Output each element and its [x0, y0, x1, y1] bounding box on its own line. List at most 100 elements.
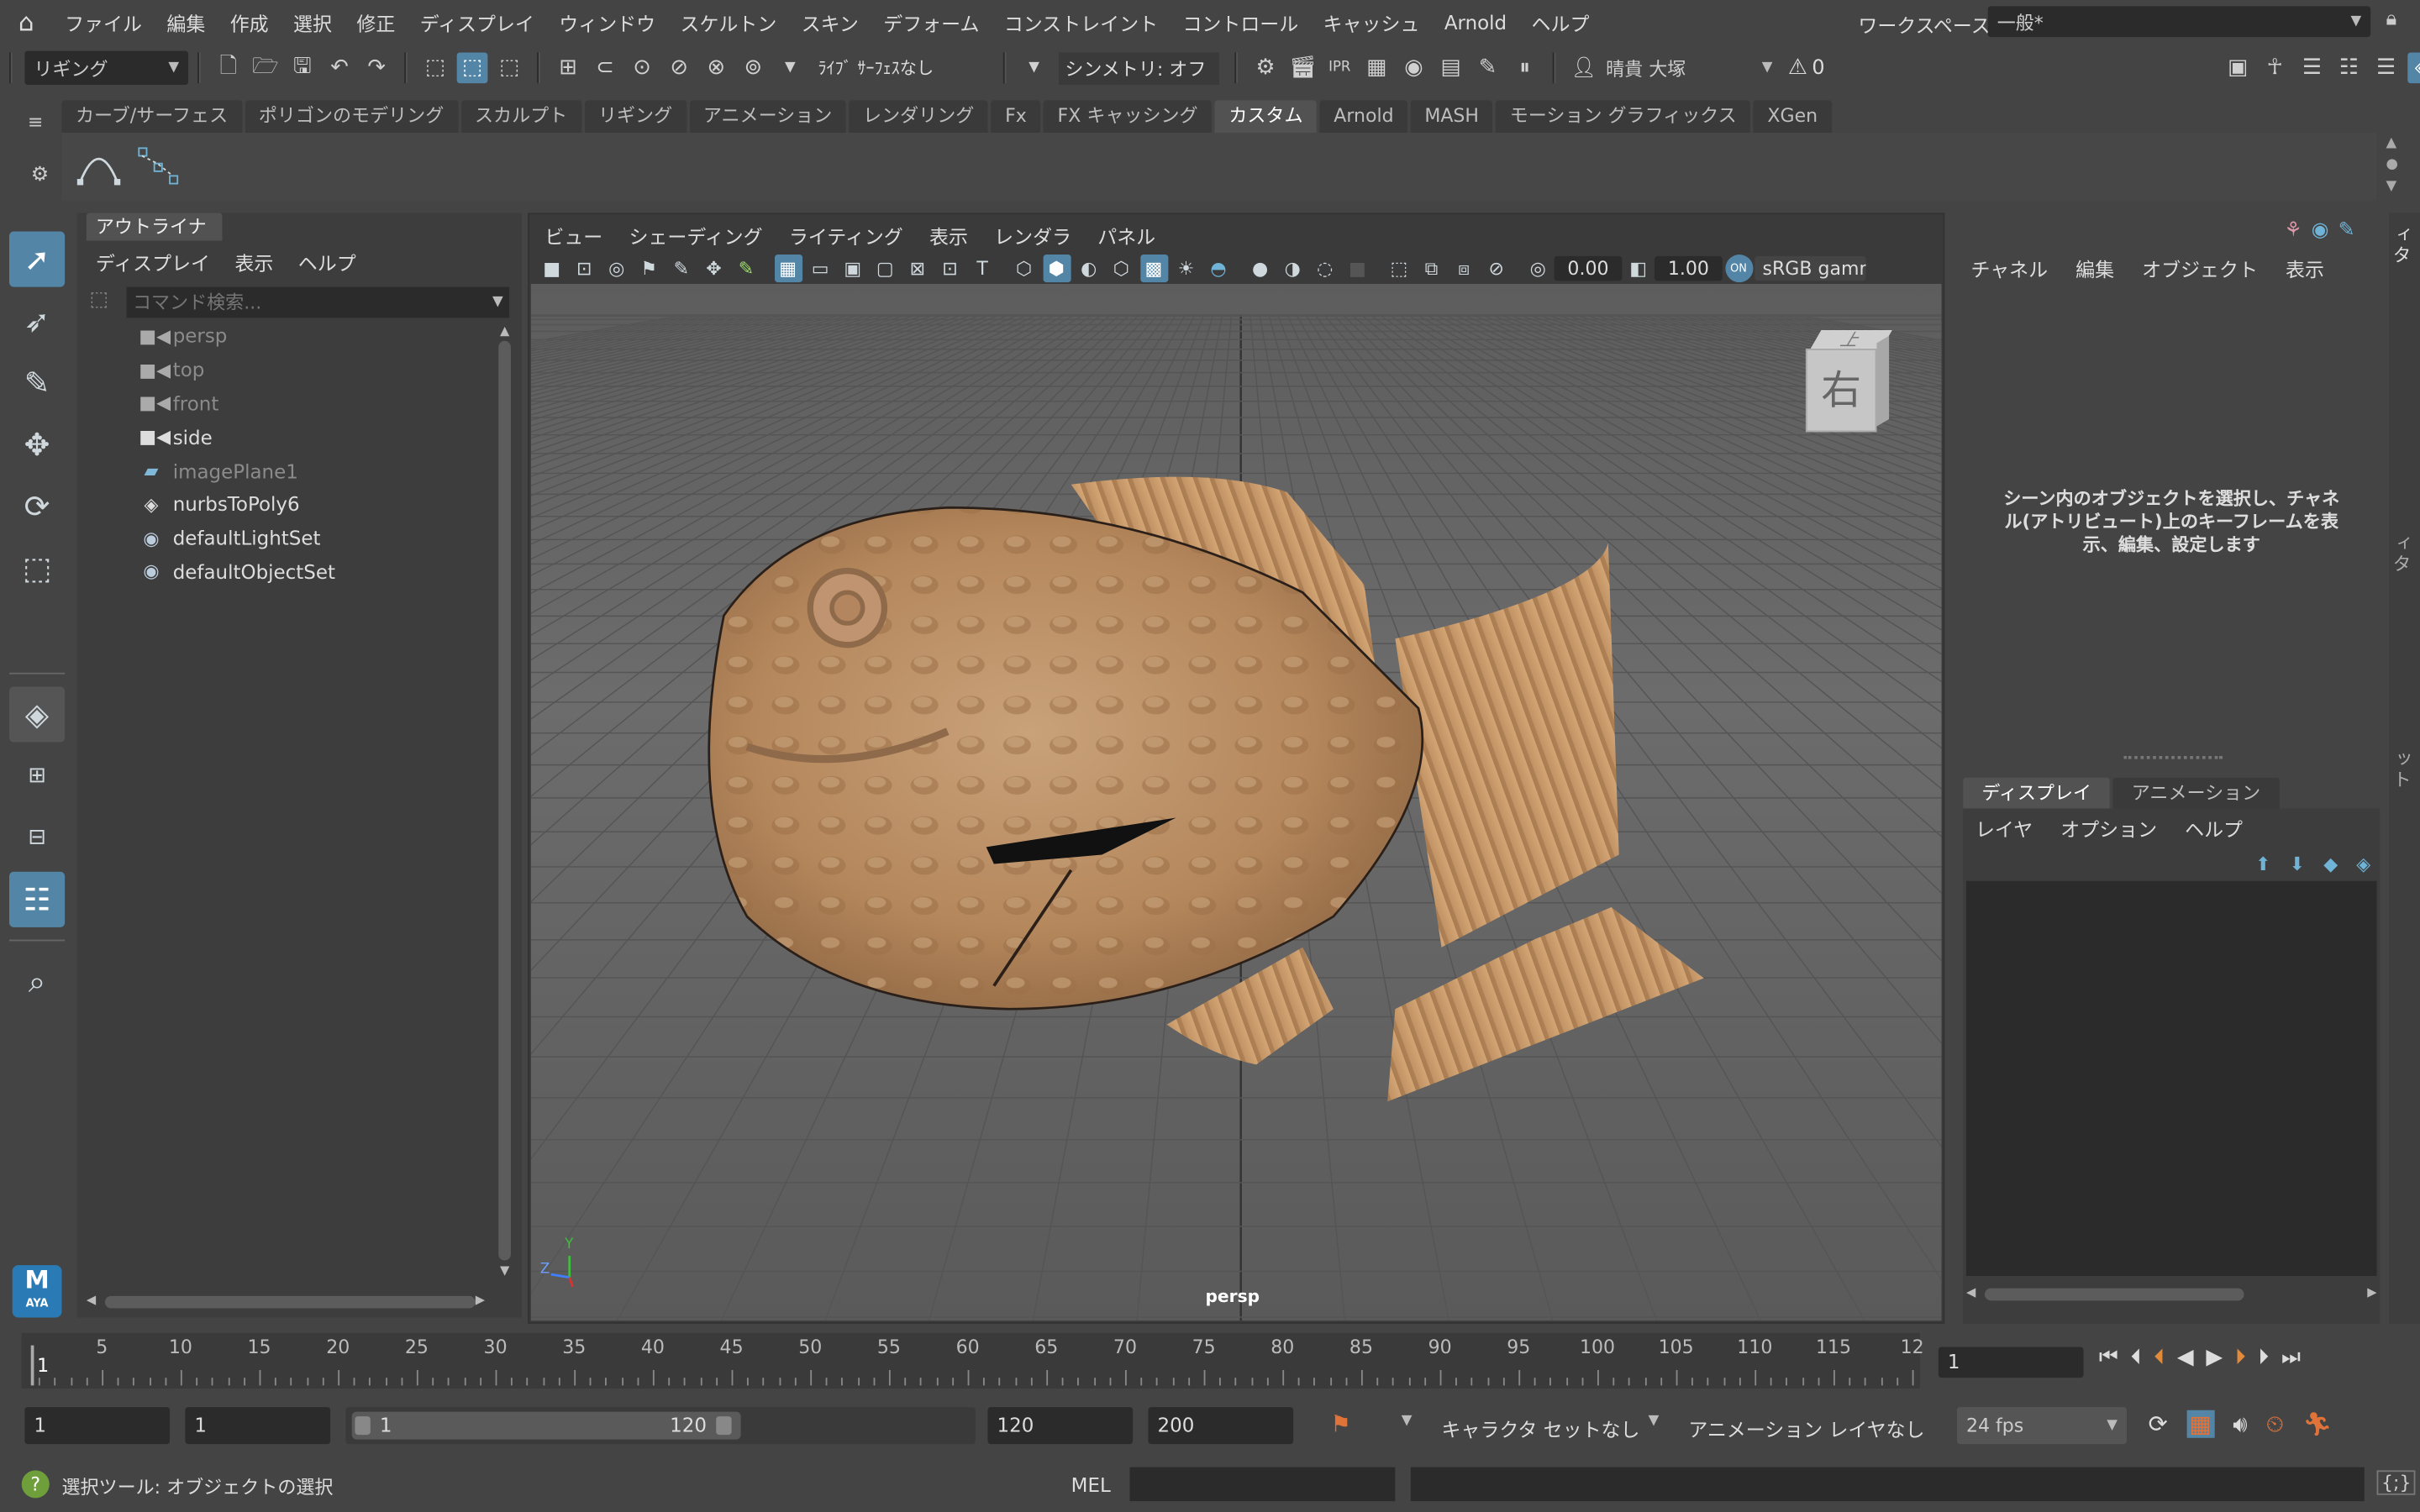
- sound-icon[interactable]: 🔊︎: [2233, 1410, 2247, 1438]
- outliner-item-lightset[interactable]: ◉ defaultLightSet: [139, 521, 478, 554]
- menu-select[interactable]: 選択: [281, 7, 344, 36]
- scroll-down-icon[interactable]: ▼: [497, 1263, 512, 1278]
- resolution-gate-icon[interactable]: ▣: [839, 255, 866, 282]
- outliner-hscroll[interactable]: ◀ ▶: [87, 1293, 491, 1311]
- step-back-frame-icon[interactable]: ⏴︎: [2131, 1346, 2142, 1370]
- exposure-icon[interactable]: ◎: [1524, 255, 1552, 282]
- animation-prefs-icon[interactable]: ⏲︎: [2266, 1410, 2284, 1438]
- help-icon[interactable]: ?: [21, 1470, 50, 1499]
- viewport-menu-shading[interactable]: シェーディング: [629, 221, 762, 250]
- menu-modify[interactable]: 修正: [345, 7, 408, 36]
- side-tab-attribute-editor[interactable]: アトリビュート エディタ: [2389, 522, 2420, 738]
- scroll-thumb[interactable]: [498, 340, 511, 1261]
- new-empty-layer-icon[interactable]: ◆: [2323, 853, 2338, 875]
- menu-create[interactable]: 作成: [218, 7, 281, 36]
- chevron-down-icon[interactable]: ▼: [1649, 1413, 1660, 1428]
- menu-control[interactable]: コントロール: [1171, 7, 1311, 36]
- snap-grid-icon[interactable]: ⊞: [553, 52, 584, 83]
- range-handle-left[interactable]: [355, 1416, 371, 1436]
- menu-display[interactable]: ディスプレイ: [408, 7, 547, 36]
- shelf-tab-rigging[interactable]: リギング: [584, 99, 687, 133]
- shelf-tab-polygon-modeling[interactable]: ポリゴンのモデリング: [245, 99, 458, 133]
- outliner-item-nurbstopoly[interactable]: ◈ nurbsToPoly6: [139, 487, 478, 521]
- anim-layer-dropdown[interactable]: アニメーション レイヤなし: [1688, 1413, 1924, 1442]
- home-icon[interactable]: ⌂: [0, 7, 52, 36]
- wireframe-on-shaded-icon[interactable]: ⬡: [1107, 255, 1135, 282]
- outliner-item-top[interactable]: ■◀ top: [139, 353, 478, 386]
- character-set-dropdown[interactable]: キャラクタ セットなし: [1441, 1413, 1639, 1442]
- menu-deform[interactable]: デフォーム: [871, 7, 992, 36]
- character-control-icon[interactable]: 🏃︎: [2302, 1410, 2332, 1438]
- menu-skin[interactable]: スキン: [789, 7, 871, 36]
- view-cube-right-face[interactable]: 右: [1805, 349, 1877, 433]
- smooth-shade-icon[interactable]: ⬢: [1042, 255, 1071, 283]
- redo-icon[interactable]: ↷: [361, 52, 392, 83]
- symmetry-label[interactable]: シンメトリ: オフ: [1058, 51, 1219, 85]
- cv-curve-tool-icon[interactable]: [133, 142, 182, 188]
- render-view-icon[interactable]: ▦: [1361, 52, 1392, 83]
- safe-title-icon[interactable]: T: [969, 255, 997, 282]
- viewport-menu-show[interactable]: 表示: [929, 221, 968, 250]
- paint-select-tool-icon[interactable]: ✎: [9, 354, 65, 410]
- step-forward-frame-icon[interactable]: ⏵︎: [2258, 1346, 2269, 1370]
- script-editor-icon[interactable]: {;}: [2376, 1470, 2417, 1495]
- new-layer-from-selection-icon[interactable]: ◈: [2356, 853, 2370, 875]
- pause-icon[interactable]: ⏸︎: [1509, 52, 1540, 83]
- channel-box-icon[interactable]: ☰: [2370, 52, 2402, 83]
- shelf-tab-animation[interactable]: アニメーション: [689, 99, 846, 133]
- viewport-menu-renderer[interactable]: レンダラ: [994, 221, 1071, 250]
- render-setup-icon[interactable]: ▤: [1435, 52, 1466, 83]
- loop-icon[interactable]: ⟳: [2149, 1410, 2168, 1438]
- exposure-field[interactable]: 0.00: [1554, 255, 1623, 281]
- anti-aliasing-icon[interactable]: ◌: [1311, 255, 1339, 282]
- camera-attributes-icon[interactable]: ◎: [602, 255, 630, 282]
- tool-settings-icon[interactable]: ☷: [2333, 52, 2365, 83]
- search-icon[interactable]: ⌕: [9, 953, 65, 1009]
- scroll-left-icon[interactable]: ◀: [87, 1293, 96, 1307]
- layer-tab-animation[interactable]: アニメーション: [2112, 777, 2280, 811]
- rotate-tool-icon[interactable]: ⟳: [9, 478, 65, 533]
- menu-window[interactable]: ウィンドウ: [547, 7, 668, 36]
- view-cube-side[interactable]: [1876, 335, 1890, 427]
- single-perspective-layout-icon[interactable]: ◈: [9, 686, 66, 743]
- scroll-right-icon[interactable]: ▶: [2367, 1285, 2376, 1299]
- perspective-viewport[interactable]: Y Z 上 右 persp: [530, 283, 1942, 1321]
- open-scene-icon[interactable]: 🗁: [250, 52, 281, 83]
- shelf-settings-icon[interactable]: ⚙: [31, 164, 49, 187]
- ep-curve-tool-icon[interactable]: [74, 142, 124, 188]
- snap-surface-icon[interactable]: ⊗: [701, 52, 732, 83]
- xray-joints-icon[interactable]: ⧈: [1450, 255, 1478, 282]
- outliner-item-persp[interactable]: ■◀ persp: [139, 319, 478, 353]
- snap-curve-icon[interactable]: ⊂: [590, 52, 621, 83]
- arnold-icon[interactable]: ◉: [2312, 219, 2329, 243]
- move-layer-up-icon[interactable]: ⬆: [2255, 853, 2270, 875]
- gamma-field[interactable]: 1.00: [1654, 255, 1723, 281]
- select-object-icon[interactable]: ⬚: [456, 52, 488, 84]
- menu-cache[interactable]: キャッシュ: [1311, 7, 1432, 36]
- lasso-tool-icon[interactable]: ➶: [9, 293, 65, 349]
- fps-dropdown[interactable]: 24 fps ▼: [1956, 1407, 2127, 1445]
- xray-icon[interactable]: ⧉: [1418, 255, 1445, 282]
- live-surface-label[interactable]: ﾗｲﾌﾞ ｻｰﾌｪｽなし: [818, 55, 993, 80]
- scroll-up-icon[interactable]: ▲: [497, 324, 512, 339]
- layer-editor-icon[interactable]: ◈: [2407, 52, 2420, 84]
- persp-outliner-layout-icon[interactable]: ⊟: [9, 810, 65, 865]
- outliner-tab[interactable]: アウトライナ: [86, 213, 223, 241]
- scroll-right-icon[interactable]: ▶: [476, 1293, 485, 1307]
- time-slider[interactable]: 1 5 10 15 20 25 30 35 40 45 50 55 60 65 70 75 80 85 90 95 1…: [21, 1332, 1924, 1389]
- scale-tool-icon[interactable]: ⬚: [9, 540, 65, 596]
- outliner-item-imageplane[interactable]: ▰ imagePlane1: [139, 454, 478, 487]
- scroll-thumb[interactable]: [1984, 1288, 2244, 1301]
- shelf-tab-arnold[interactable]: Arnold: [1319, 99, 1408, 133]
- menu-edit[interactable]: 編集: [155, 7, 218, 36]
- 2d-pan-zoom-icon[interactable]: ✥: [700, 255, 728, 282]
- bookmark-icon[interactable]: ⚑: [635, 255, 663, 282]
- snap-view-icon[interactable]: ⊘: [664, 52, 695, 83]
- undo-icon[interactable]: ↶: [324, 52, 355, 83]
- channel-menu-channels[interactable]: チャネル: [1970, 253, 2048, 282]
- channel-menu-edit[interactable]: 編集: [2075, 253, 2114, 282]
- four-view-layout-icon[interactable]: ⊞: [9, 748, 65, 804]
- shelf-scroll-arrows[interactable]: ▲ ● ▼: [2386, 133, 2398, 197]
- scroll-thumb[interactable]: [104, 1295, 476, 1309]
- hypershade-icon[interactable]: ◉: [1398, 52, 1429, 83]
